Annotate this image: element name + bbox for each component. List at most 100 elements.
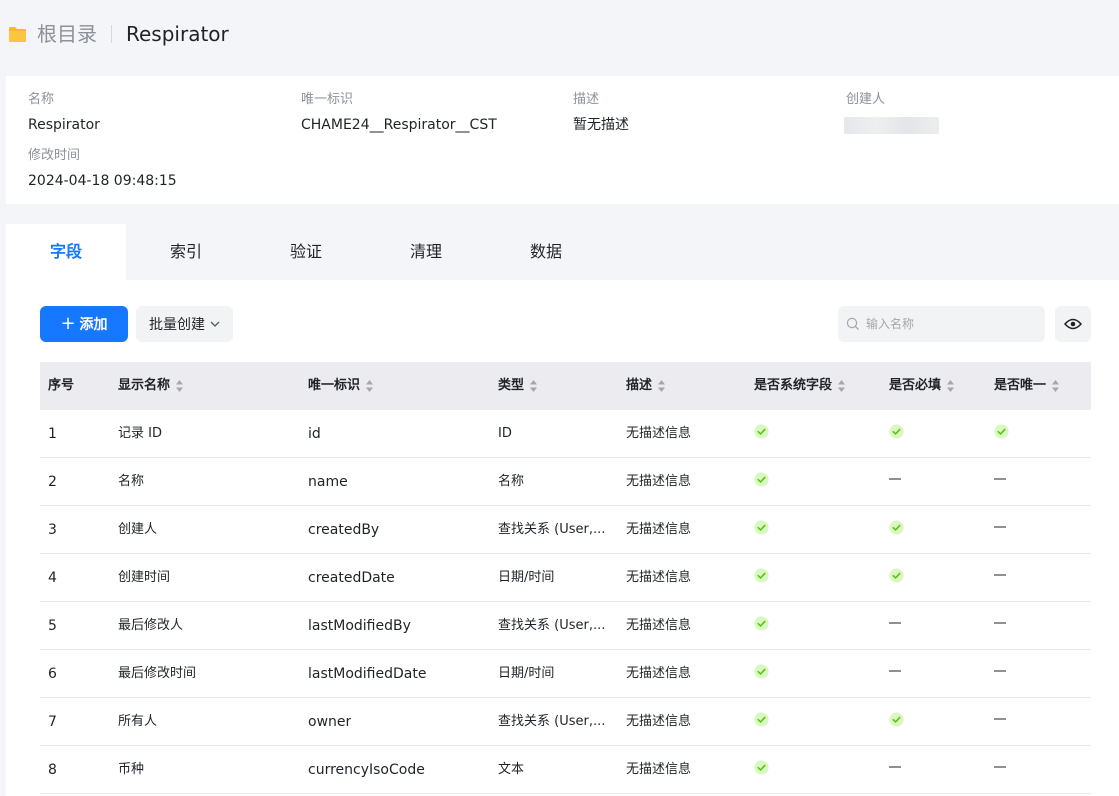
cell-system-field [754, 506, 769, 554]
cell-system-field [754, 698, 769, 746]
folder-icon [9, 27, 26, 42]
cell-unique [994, 458, 1006, 506]
cell-api-name: currencyIsoCode [308, 762, 425, 778]
cell-type: 日期/时间 [498, 666, 555, 681]
cell-description: 无描述信息 [626, 570, 692, 585]
cell-unique [994, 410, 1009, 458]
table-row[interactable]: 5 最后修改人 lastModifiedBy 查找关系 (User,... 无描述信息 [40, 602, 1091, 650]
cell-system-field [754, 650, 769, 698]
cell-index: 5 [48, 618, 57, 634]
cell-display-name[interactable]: 创建人 [118, 506, 157, 554]
sort-icon[interactable] [529, 379, 538, 393]
column-header-type[interactable]: 类型 [498, 362, 538, 410]
page-header: 根目录 Respirator [0, 0, 1119, 70]
batch-create-label: 批量创建 [149, 317, 205, 333]
table-row[interactable]: 1 记录 ID id ID 无描述信息 [40, 410, 1091, 458]
column-visibility-button[interactable] [1055, 306, 1091, 342]
cell-type: 日期/时间 [498, 570, 555, 585]
dash-icon [889, 766, 901, 768]
fields-panel: + 添加 批量创建 序号 显示名称 唯一标识 类型 描述 是否系统字段 是否必填 是否唯一 1… [6, 280, 1119, 796]
cell-type: ID [498, 426, 512, 441]
column-header-label: 类型 [498, 378, 525, 393]
tab-bar: 字段 索引 验证 清理 数据 [6, 224, 1119, 280]
column-header-required[interactable]: 是否必填 [889, 362, 955, 410]
cell-display-name[interactable]: 最后修改时间 [118, 650, 196, 698]
search-icon [846, 317, 859, 330]
tab-indexes[interactable]: 索引 [126, 224, 246, 280]
cell-index: 6 [48, 666, 57, 682]
cell-display-name[interactable]: 记录 ID [118, 410, 162, 458]
cell-system-field [754, 602, 769, 650]
column-header-display-name[interactable]: 显示名称 [118, 362, 184, 410]
dash-icon [889, 622, 901, 624]
cell-description: 无描述信息 [626, 474, 692, 489]
column-header-description[interactable]: 描述 [626, 362, 666, 410]
name-value: Respirator [28, 117, 100, 133]
cell-description: 无描述信息 [626, 618, 692, 633]
cell-description: 无描述信息 [626, 522, 692, 537]
column-header-system-field[interactable]: 是否系统字段 [754, 362, 846, 410]
dash-icon [994, 622, 1006, 624]
cell-unique [994, 506, 1006, 554]
tab-fields[interactable]: 字段 [6, 224, 126, 280]
cell-index: 4 [48, 570, 57, 586]
table-row[interactable]: 3 创建人 createdBy 查找关系 (User,... 无描述信息 [40, 506, 1091, 554]
cell-api-name: name [308, 474, 348, 490]
creator-label: 创建人 [846, 92, 886, 107]
tab-validation[interactable]: 验证 [246, 224, 366, 280]
dash-icon [994, 574, 1006, 576]
table-row[interactable]: 7 所有人 owner 查找关系 (User,... 无描述信息 [40, 698, 1091, 746]
modified-value: 2024-04-18 09:48:15 [28, 173, 177, 189]
table-row[interactable]: 6 最后修改时间 lastModifiedDate 日期/时间 无描述信息 [40, 650, 1091, 698]
object-info-card: 名称 Respirator 唯一标识 CHAME24__Respirator__… [6, 76, 1119, 204]
check-circle-icon [754, 711, 769, 727]
check-circle-icon [754, 567, 769, 583]
table-row[interactable]: 8 币种 currencyIsoCode 文本 无描述信息 [40, 746, 1091, 794]
cell-api-name: lastModifiedBy [308, 618, 411, 634]
search-input[interactable] [866, 306, 1036, 342]
cell-type: 名称 [498, 474, 525, 489]
cell-display-name[interactable]: 创建时间 [118, 554, 170, 602]
cell-system-field [754, 458, 769, 506]
check-circle-icon [754, 423, 769, 439]
cell-description: 无描述信息 [626, 714, 692, 729]
cell-display-name[interactable]: 币种 [118, 746, 144, 794]
sort-icon[interactable] [1051, 379, 1060, 393]
cell-unique [994, 698, 1006, 746]
cell-unique [994, 746, 1006, 794]
table-body: 1 记录 ID id ID 无描述信息 2 名称 name 名称 无描述信息 3 创建人 created… [40, 410, 1091, 794]
cell-required [889, 458, 901, 506]
cell-type: 文本 [498, 762, 525, 777]
cell-display-name[interactable]: 最后修改人 [118, 602, 183, 650]
cell-system-field [754, 554, 769, 602]
sort-icon[interactable] [365, 379, 374, 393]
batch-create-button[interactable]: 批量创建 [136, 306, 233, 342]
add-field-button[interactable]: + 添加 [40, 306, 128, 342]
check-circle-icon [754, 663, 769, 679]
cell-description: 无描述信息 [626, 762, 692, 777]
column-header-label: 唯一标识 [308, 378, 361, 393]
table-row[interactable]: 4 创建时间 createdDate 日期/时间 无描述信息 [40, 554, 1091, 602]
sort-icon[interactable] [175, 379, 184, 393]
table-row[interactable]: 2 名称 name 名称 无描述信息 [40, 458, 1091, 506]
name-label: 名称 [28, 92, 55, 107]
cell-required [889, 602, 901, 650]
tab-cleanup[interactable]: 清理 [366, 224, 486, 280]
column-header-api-name[interactable]: 唯一标识 [308, 362, 374, 410]
sort-icon[interactable] [657, 379, 666, 393]
sort-icon[interactable] [837, 379, 846, 393]
check-circle-icon [889, 711, 904, 727]
dash-icon [994, 526, 1006, 528]
column-header-label: 是否必填 [889, 378, 942, 393]
cell-display-name[interactable]: 所有人 [118, 698, 157, 746]
sort-icon[interactable] [946, 379, 955, 393]
column-header-unique[interactable]: 是否唯一 [994, 362, 1060, 410]
column-header-label: 是否系统字段 [754, 378, 833, 393]
check-circle-icon [889, 519, 904, 535]
cell-display-name[interactable]: 名称 [118, 458, 144, 506]
add-button-label: 添加 [79, 317, 108, 333]
tab-data[interactable]: 数据 [486, 224, 606, 280]
cell-type: 查找关系 (User,... [498, 522, 606, 537]
breadcrumb-root[interactable]: 根目录 [37, 21, 97, 47]
fields-table: 序号 显示名称 唯一标识 类型 描述 是否系统字段 是否必填 是否唯一 1 记录 ID id ID 无… [40, 362, 1091, 794]
